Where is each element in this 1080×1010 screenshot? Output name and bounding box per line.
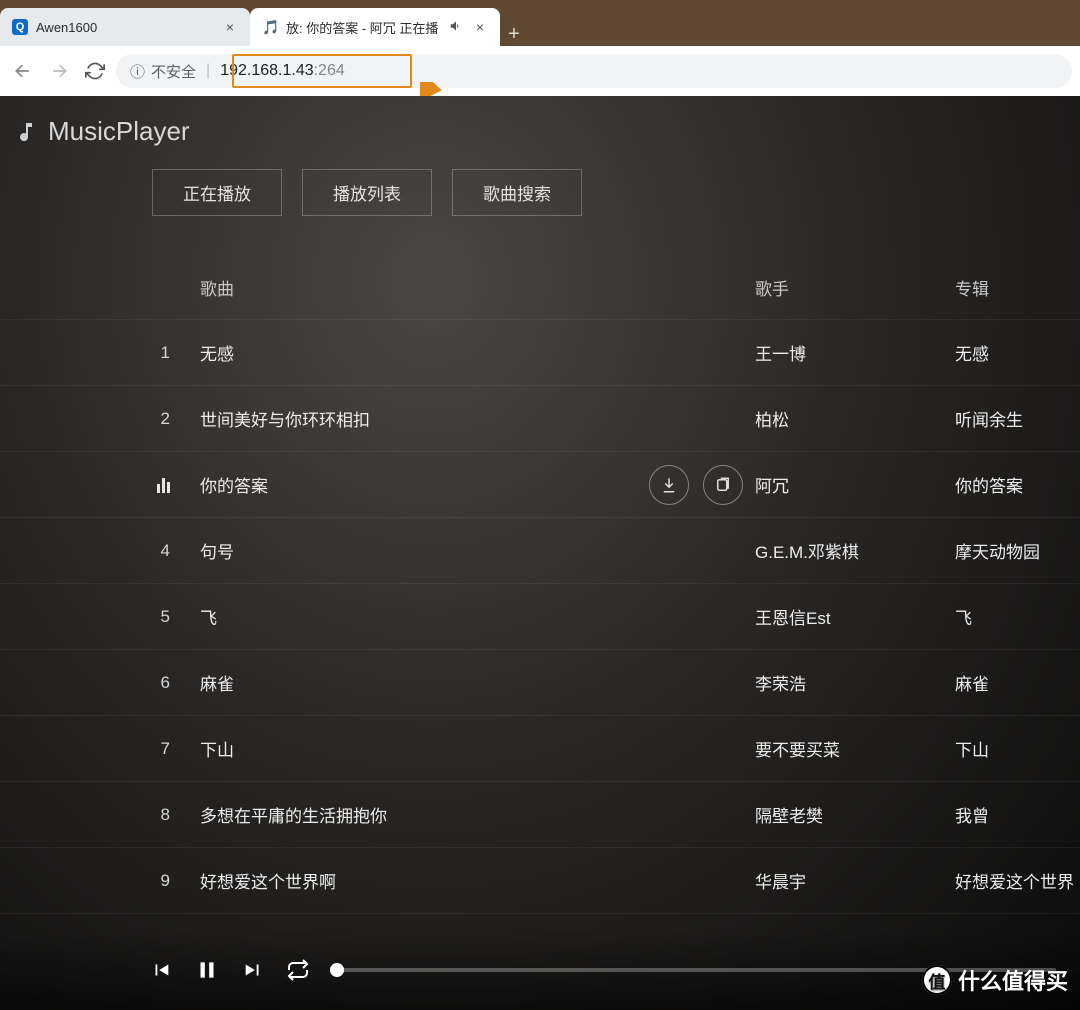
nav-forward-button[interactable] xyxy=(44,56,74,86)
tab-search[interactable]: 歌曲搜索 xyxy=(452,169,582,216)
track-artist: 隔壁老樊 xyxy=(755,802,955,827)
download-button[interactable] xyxy=(649,465,689,505)
audio-playing-icon[interactable] xyxy=(448,19,464,36)
info-icon: ⓘ xyxy=(130,61,145,82)
prev-button[interactable] xyxy=(150,959,172,981)
track-album: 你的答案 xyxy=(955,472,1080,497)
track-title: 麻雀 xyxy=(200,670,645,695)
security-label: 不安全 xyxy=(151,61,196,82)
separator: | xyxy=(206,62,210,80)
track-album: 摩天动物园 xyxy=(955,538,1080,563)
track-title: 你的答案 xyxy=(200,472,645,497)
table-row[interactable]: 8多想在平庸的生活拥抱你 隔壁老樊我曾 xyxy=(0,782,1080,848)
address-bar: ⓘ 不安全 | 192.168.1.43:264 xyxy=(0,46,1080,96)
url-host: 192.168.1.43 xyxy=(220,62,313,79)
table-header: 歌曲 歌手 专辑 xyxy=(0,256,1080,320)
track-title: 多想在平庸的生活拥抱你 xyxy=(200,802,645,827)
player-bar xyxy=(0,930,1080,1010)
url-port: :264 xyxy=(314,62,345,79)
track-artist: G.E.M.邓紫棋 xyxy=(755,538,955,563)
track-title: 世间美好与你环环相扣 xyxy=(200,406,645,431)
progress-knob[interactable] xyxy=(330,963,344,977)
tab-strip: Q Awen1600 × 🎵 放: 你的答案 - 阿冗 正在播 × + xyxy=(0,0,1080,46)
tab-music-player[interactable]: 🎵 放: 你的答案 - 阿冗 正在播 × xyxy=(250,8,500,46)
app-title: MusicPlayer xyxy=(48,116,190,147)
tab-title: Awen1600 xyxy=(36,20,214,35)
table-row[interactable]: 6麻雀李荣浩麻雀 xyxy=(0,650,1080,716)
col-song: 歌曲 xyxy=(200,275,645,300)
watermark-badge: 值 xyxy=(922,965,952,995)
qnap-favicon: Q xyxy=(12,19,28,35)
view-switcher: 正在播放 播放列表 歌曲搜索 xyxy=(0,169,1080,216)
browser-chrome: Q Awen1600 × 🎵 放: 你的答案 - 阿冗 正在播 × + xyxy=(0,0,1080,96)
table-row[interactable]: 你的答案阿冗你的答案 xyxy=(0,452,1080,518)
nav-back-button[interactable] xyxy=(8,56,38,86)
app-header: MusicPlayer xyxy=(0,96,1080,169)
table-row[interactable]: 4句号 G.E.M.邓紫棋摩天动物园 xyxy=(0,518,1080,584)
watermark-text: 什么值得买 xyxy=(958,964,1068,996)
track-album: 飞 xyxy=(955,604,1080,629)
table-row[interactable]: 5飞王恩信Est飞 xyxy=(0,584,1080,650)
track-artist: 阿冗 xyxy=(755,472,955,497)
new-tab-button[interactable]: + xyxy=(500,23,528,46)
track-index: 8 xyxy=(0,805,200,825)
tab-playlist[interactable]: 播放列表 xyxy=(302,169,432,216)
track-index: 7 xyxy=(0,739,200,759)
table-row[interactable]: 7下山要不要买菜下山 xyxy=(0,716,1080,782)
close-icon[interactable]: × xyxy=(222,19,238,35)
music-player-app: MusicPlayer 正在播放 播放列表 歌曲搜索 歌曲 歌手 专辑 1无感王… xyxy=(0,96,1080,1010)
track-title: 下山 xyxy=(200,736,645,761)
track-index: 4 xyxy=(0,541,200,561)
nav-reload-button[interactable] xyxy=(80,56,110,86)
track-album: 好想爱这个世界 xyxy=(955,868,1080,893)
track-album: 无感 xyxy=(955,340,1080,365)
loop-button[interactable] xyxy=(286,958,310,982)
share-button[interactable] xyxy=(703,465,743,505)
track-title: 飞 xyxy=(200,604,645,629)
now-playing-icon xyxy=(0,477,200,493)
track-title: 句号 xyxy=(200,538,645,563)
track-index: 2 xyxy=(0,409,200,429)
track-album: 麻雀 xyxy=(955,670,1080,695)
track-actions xyxy=(645,465,755,505)
track-table: 歌曲 歌手 专辑 1无感王一博无感2世间美好与你环环相扣柏松听闻余生你的答案阿冗… xyxy=(0,256,1080,914)
tab-awen1600[interactable]: Q Awen1600 × xyxy=(0,8,250,46)
track-artist: 柏松 xyxy=(755,406,955,431)
track-index: 1 xyxy=(0,343,200,363)
track-album: 听闻余生 xyxy=(955,406,1080,431)
track-artist: 李荣浩 xyxy=(755,670,955,695)
track-title: 无感 xyxy=(200,340,645,365)
tab-now-playing[interactable]: 正在播放 xyxy=(152,169,282,216)
music-note-icon xyxy=(14,120,38,144)
col-artist: 歌手 xyxy=(755,275,955,300)
track-album: 下山 xyxy=(955,736,1080,761)
track-artist: 王恩信Est xyxy=(755,604,955,629)
music-favicon: 🎵 xyxy=(262,19,278,35)
table-row[interactable]: 9好想爱这个世界啊 华晨宇好想爱这个世界 xyxy=(0,848,1080,914)
table-row[interactable]: 1无感王一博无感 xyxy=(0,320,1080,386)
url-text: 192.168.1.43:264 xyxy=(220,62,345,80)
table-row[interactable]: 2世间美好与你环环相扣 柏松听闻余生 xyxy=(0,386,1080,452)
next-button[interactable] xyxy=(242,959,264,981)
close-icon[interactable]: × xyxy=(472,19,488,35)
watermark: 值 什么值得买 xyxy=(922,964,1068,996)
track-index: 5 xyxy=(0,607,200,627)
track-album: 我曾 xyxy=(955,802,1080,827)
svg-text:🎵: 🎵 xyxy=(262,19,278,35)
track-title: 好想爱这个世界啊 xyxy=(200,868,645,893)
track-index: 6 xyxy=(0,673,200,693)
pause-button[interactable] xyxy=(194,957,220,983)
track-index: 9 xyxy=(0,871,200,891)
col-album: 专辑 xyxy=(955,275,1080,300)
track-artist: 华晨宇 xyxy=(755,868,955,893)
omnibox[interactable]: ⓘ 不安全 | 192.168.1.43:264 xyxy=(116,54,1072,88)
track-artist: 王一博 xyxy=(755,340,955,365)
tab-title: 放: 你的答案 - 阿冗 正在播 xyxy=(286,18,440,37)
security-indicator[interactable]: ⓘ 不安全 xyxy=(130,61,196,82)
track-artist: 要不要买菜 xyxy=(755,736,955,761)
